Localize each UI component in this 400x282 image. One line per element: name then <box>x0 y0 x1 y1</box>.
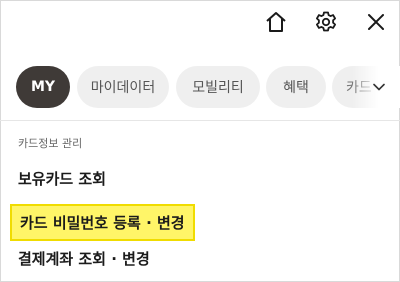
menu-item-payment-account[interactable]: 결제계좌 조회 · 변경 <box>18 248 150 269</box>
chevron-down-icon[interactable] <box>372 80 386 94</box>
close-icon[interactable] <box>363 9 389 35</box>
tab-benefit[interactable]: 혜택 <box>266 66 326 108</box>
category-tabs: MY 마이데이터 모빌리티 혜택 카드 <box>0 66 400 108</box>
tab-my[interactable]: MY <box>16 66 70 108</box>
top-toolbar <box>0 0 400 44</box>
section-title: 카드정보 관리 <box>18 137 83 150</box>
tab-mydata[interactable]: 마이데이터 <box>77 66 169 108</box>
menu-item-card-pin[interactable]: 카드 비밀번호 등록 · 변경 <box>10 204 195 241</box>
section-divider <box>0 120 400 121</box>
menu-item-owned-cards[interactable]: 보유카드 조회 <box>18 168 106 189</box>
home-icon[interactable] <box>263 9 289 35</box>
tab-mobility[interactable]: 모빌리티 <box>176 66 260 108</box>
gear-icon[interactable] <box>313 9 339 35</box>
